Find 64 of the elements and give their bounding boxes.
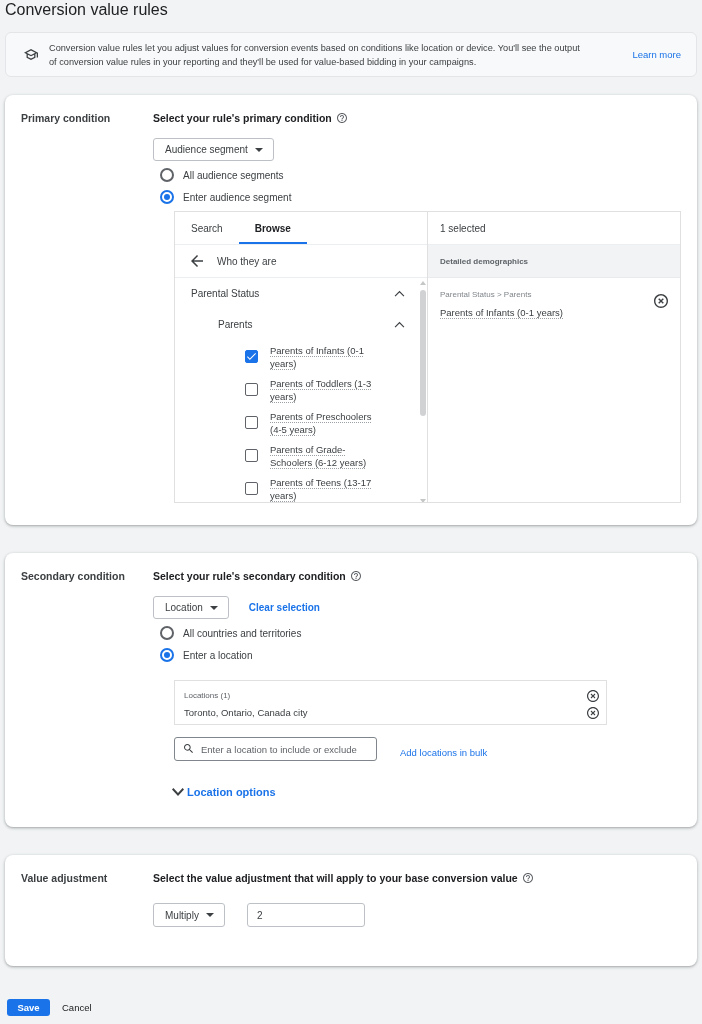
selected-count: 1 selected	[440, 222, 486, 234]
value-field[interactable]: 2	[246, 903, 365, 927]
category-label[interactable]: Parental Status	[191, 288, 260, 299]
caret-icon	[209, 605, 218, 610]
locations-header: Locations (1)	[184, 691, 231, 700]
chevron-up-icon[interactable]	[394, 290, 405, 297]
clear-selection-link[interactable]: Clear selection	[248, 602, 320, 613]
remove-icon[interactable]	[587, 706, 599, 719]
graduation-cap-icon	[24, 49, 38, 60]
caret-icon	[205, 913, 214, 917]
category-path: Parental Status > Parents	[440, 289, 533, 300]
add-locations-link[interactable]: Add locations in bulk	[400, 746, 488, 758]
cancel-button[interactable]: Cancel	[56, 999, 98, 1016]
tab[interactable]: Search	[175, 212, 239, 244]
dropdown[interactable]: Location	[153, 596, 229, 619]
radio-label[interactable]: All countries and territories	[183, 627, 302, 639]
help-icon[interactable]	[336, 113, 347, 123]
category-label[interactable]: Parents	[218, 319, 253, 330]
radio-label[interactable]: Enter audience segment	[183, 191, 292, 203]
page-title: Conversion value rules	[5, 0, 169, 20]
checkbox[interactable]	[245, 350, 258, 363]
segment-label[interactable]: Parents of Toddlers (1-3 years)	[270, 376, 382, 403]
chevron-up-icon[interactable]	[394, 321, 405, 328]
save-button[interactable]: Save	[7, 999, 50, 1016]
section-heading: Select the value adjustment that will apply to your base conversion value	[153, 871, 518, 885]
help-icon[interactable]	[350, 571, 361, 581]
radio-label[interactable]: Enter a location	[183, 649, 253, 661]
section-label: Secondary condition	[21, 569, 126, 584]
section-heading: Select your rule's primary condition	[153, 111, 332, 125]
segment-label[interactable]: Parents of Infants (0-1 years)	[270, 343, 382, 370]
tab[interactable]: Browse	[238, 212, 307, 244]
radio-button[interactable]	[160, 648, 174, 662]
help-icon[interactable]	[522, 873, 533, 883]
section-label: Value adjustment	[21, 871, 109, 886]
checkbox[interactable]	[245, 482, 258, 495]
segment-label[interactable]: Parents of Preschoolers (4-5 years)	[270, 409, 382, 436]
segment-label[interactable]: Parents of Grade-Schoolers (6-12 years)	[270, 442, 382, 469]
caret-icon	[254, 147, 263, 152]
section-heading: Select your rule's secondary condition	[153, 569, 346, 583]
learn-more-link[interactable]: Learn more	[632, 49, 681, 60]
checkmark-icon	[247, 353, 256, 360]
back-arrow-icon[interactable]	[191, 255, 203, 267]
search-icon	[184, 744, 193, 753]
segment-label[interactable]: Parents of Teens (13-17 years)	[270, 475, 382, 502]
radio-label[interactable]: All audience segments	[183, 169, 284, 181]
dropdown[interactable]: Audience segment	[153, 138, 274, 161]
remove-icon[interactable]	[654, 294, 668, 308]
checkbox[interactable]	[245, 449, 258, 462]
location-options-button[interactable]: Location options	[172, 784, 276, 800]
location-item: Toronto, Ontario, Canada city	[184, 707, 308, 718]
info-text: Conversion value rules let you adjust values for conversion events based on conditions like location or device. You'll see the output of conversion value rules in your reporting and they'll be used for value-based bidding in your campaigns.	[49, 41, 581, 69]
breadcrumb-label: Who they are	[217, 255, 277, 267]
group-title: Detailed demographics	[440, 256, 529, 266]
radio-button[interactable]	[160, 190, 174, 204]
scrollbar-thumb[interactable]	[419, 290, 426, 416]
checkbox[interactable]	[245, 416, 258, 429]
section-label: Primary condition	[21, 111, 112, 126]
dropdown[interactable]: Multiply	[153, 903, 225, 927]
checkbox[interactable]	[245, 383, 258, 396]
radio-button[interactable]	[160, 626, 174, 640]
radio-button[interactable]	[160, 168, 174, 182]
location-search-field[interactable]: Enter a location to include or exclude	[174, 737, 377, 761]
remove-all-icon[interactable]	[587, 689, 599, 702]
selected-segment-label: Parents of Infants (0-1 years)	[440, 307, 564, 318]
